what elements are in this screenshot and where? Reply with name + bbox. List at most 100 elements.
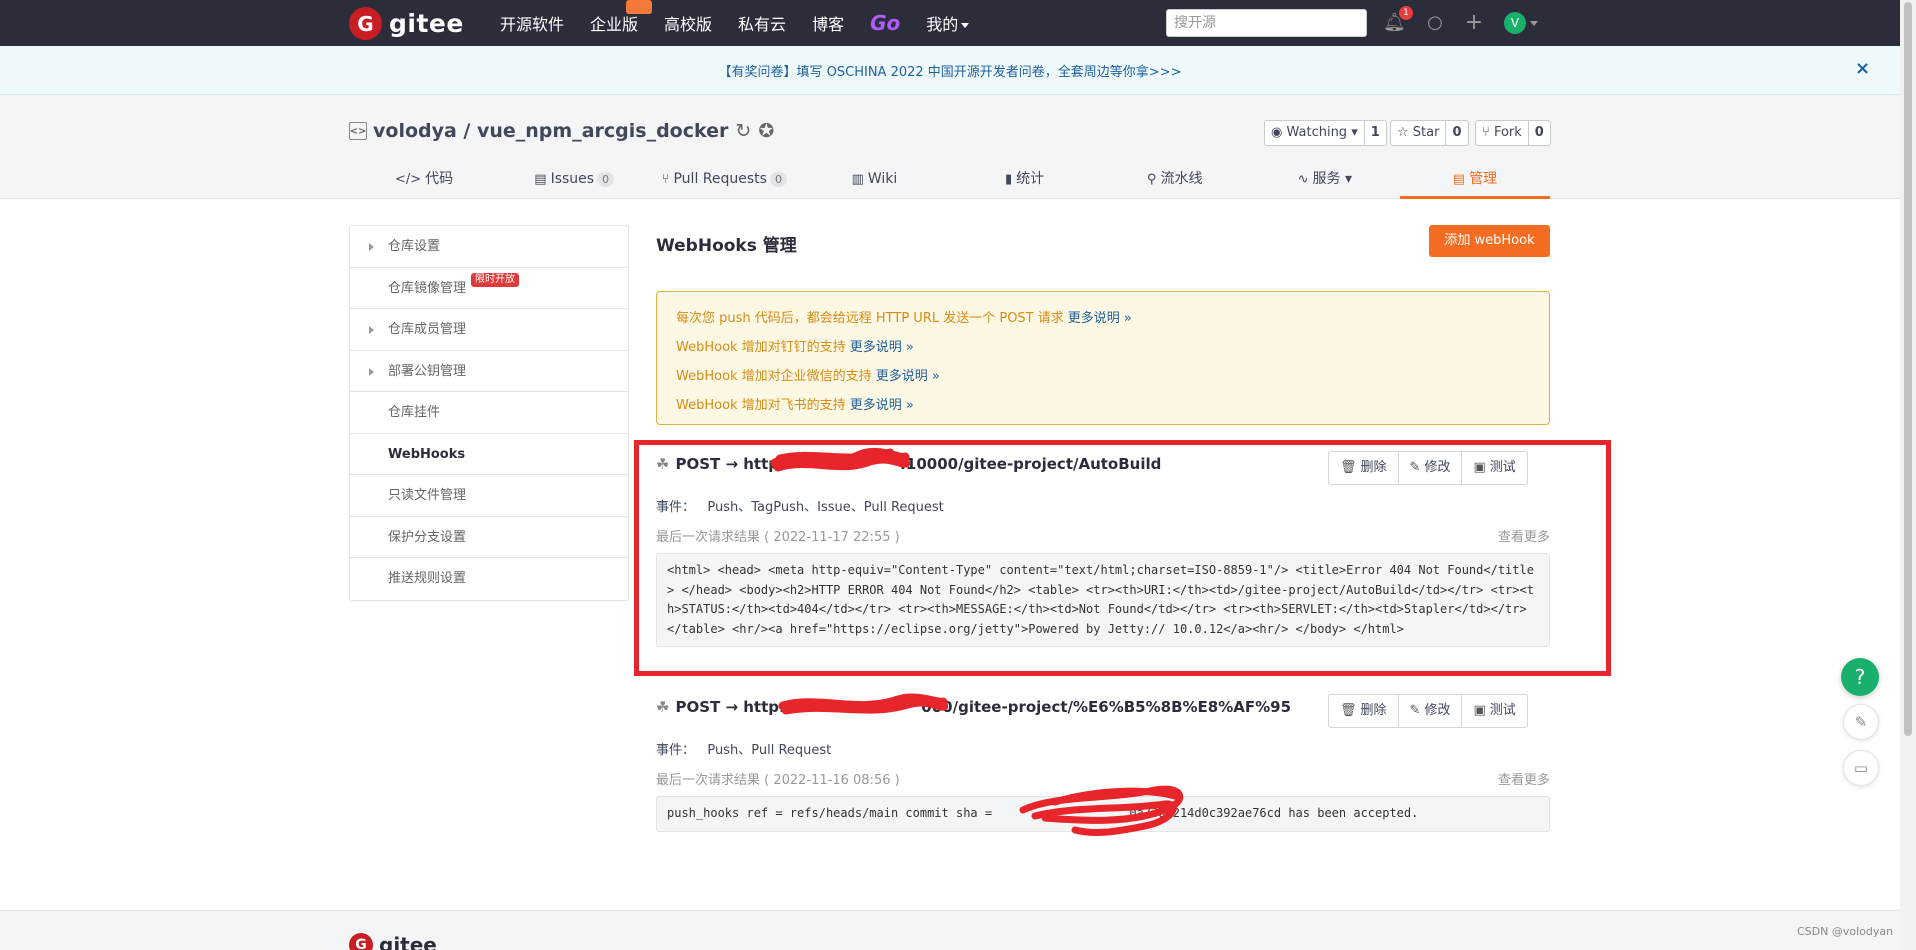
medal-icon[interactable]: ✪ — [758, 120, 774, 142]
tab-code[interactable]: </> 代码 — [349, 159, 499, 199]
sidebar-item-push-rules[interactable]: 推送规则设置 — [350, 558, 628, 600]
nav-enterprise-label: 企业版 — [590, 15, 639, 34]
tab-code-label: 代码 — [425, 171, 454, 187]
watch-count[interactable]: 1 — [1364, 120, 1387, 146]
eye-icon: ◉ — [1271, 125, 1287, 140]
sync-icon[interactable]: ↻ — [735, 120, 751, 142]
code-icon: </> — [394, 172, 422, 187]
repo-title: <> volodya / vue_npm_arcgis_docker ↻ ✪ — [349, 120, 774, 142]
fork-button[interactable]: ⑂ Fork — [1475, 120, 1529, 146]
notification-badge: 1 — [1399, 6, 1413, 20]
plus-icon[interactable]: + — [1463, 12, 1485, 34]
repo-tabs: </> 代码 ▤ Issues 0 ⑂ Pull Requests 0 ▥ Wiki ▮ 统计… — [349, 159, 1550, 199]
notice-line: WebHook 增加对钉钉的支持 更多说明 » — [676, 333, 1530, 362]
location-pin-icon[interactable]: ○ — [1424, 12, 1446, 34]
feedback-edit-icon[interactable]: ✎ — [1843, 704, 1879, 740]
gitee-logo[interactable]: G gitee — [349, 7, 464, 40]
nav-blog[interactable]: 博客 — [812, 11, 844, 35]
announcement-banner: 【有奖问卷】填写 OSCHINA 2022 中国开源开发者问卷，全套周边等你拿>… — [0, 46, 1900, 95]
trash-icon: 🗑︎ — [1340, 703, 1357, 718]
webhook-actions: 🗑︎ 删除 ✎ 修改 ▣ 测试 — [1328, 694, 1528, 728]
more-info-link[interactable]: 更多说明 » — [1068, 311, 1132, 326]
watch-button[interactable]: ◉ Watching ▾ — [1264, 120, 1365, 146]
chevron-right-icon — [369, 367, 374, 376]
chevron-down-icon — [961, 23, 970, 28]
tab-services[interactable]: ∿ 服务 ▾ — [1250, 159, 1400, 199]
search-input[interactable]: 搜开源 — [1166, 9, 1367, 37]
tab-wiki[interactable]: ▥ Wiki — [799, 159, 949, 199]
more-info-link[interactable]: 更多说明 » — [876, 369, 940, 384]
redaction-scribble — [778, 693, 948, 715]
nav-mine[interactable]: 我的 — [926, 11, 970, 35]
test-button[interactable]: ▣ 测试 — [1462, 695, 1526, 727]
tab-pull-requests[interactable]: ⑂ Pull Requests 0 — [649, 159, 799, 199]
scrollbar[interactable] — [1900, 0, 1916, 950]
repo-owner-link[interactable]: volodya — [373, 120, 457, 142]
nav-private-cloud[interactable]: 私有云 — [738, 11, 786, 35]
webhook-url[interactable]: ☘ POST → http:// 000/gitee-project/%E6%B5… — [656, 698, 1291, 716]
sidebar-item-deploy-keys[interactable]: 部署公钥管理 — [350, 351, 628, 392]
sidebar-item-repo-settings[interactable]: 仓库设置 — [350, 226, 628, 268]
manage-icon: ▤ — [1452, 172, 1466, 187]
sidebar-item-widgets[interactable]: 仓库挂件 — [350, 392, 628, 434]
repo-separator: / — [456, 120, 477, 142]
sidebar-item-protected-branches[interactable]: 保护分支设置 — [350, 517, 628, 558]
pulse-icon: ∿ — [1297, 172, 1309, 187]
tab-pipeline[interactable]: ⚲ 流水线 — [1100, 159, 1250, 199]
tab-issues-label: Issues — [550, 171, 595, 187]
more-info-link[interactable]: 更多说明 » — [850, 398, 914, 413]
tab-stats-label: 统计 — [1016, 171, 1045, 187]
repo-name-link[interactable]: vue_npm_arcgis_docker — [477, 120, 728, 142]
tab-pipeline-label: 流水线 — [1160, 171, 1203, 187]
scrollbar-thumb[interactable] — [1904, 2, 1912, 736]
notice-line: WebHook 增加对飞书的支持 更多说明 » — [676, 391, 1530, 420]
sidebar-item-readonly-files[interactable]: 只读文件管理 — [350, 475, 628, 517]
webhook-notice: 每次您 push 代码后，都会给远程 HTTP URL 发送一个 POST 请求… — [656, 291, 1550, 425]
add-webhook-button[interactable]: 添加 webHook — [1429, 225, 1550, 257]
sidebar-item-mirror[interactable]: 仓库镜像管理 限时开放 — [350, 268, 628, 309]
test-label: 测试 — [1489, 703, 1516, 718]
delete-button[interactable]: 🗑︎ 删除 — [1329, 695, 1399, 727]
settings-sidebar: 仓库设置 仓库镜像管理 限时开放 仓库成员管理 部署公钥管理 仓库挂件 WebHo… — [349, 225, 629, 601]
tab-issues[interactable]: ▤ Issues 0 — [499, 159, 649, 199]
gitee-logo-icon: G — [349, 7, 382, 40]
nav-enterprise[interactable]: 企业版 — [590, 0, 653, 35]
sidebar-item-members[interactable]: 仓库成员管理 — [350, 309, 628, 351]
avatar[interactable]: V — [1504, 12, 1526, 34]
nav-open-source[interactable]: 开源软件 — [500, 11, 564, 35]
gitee-logo-text: gitee — [389, 9, 464, 38]
hot-badge-icon — [626, 0, 653, 14]
star-button[interactable]: ☆ Star — [1390, 120, 1447, 146]
star-label: Star — [1412, 125, 1440, 140]
nav-university[interactable]: 高校版 — [664, 11, 712, 35]
delete-label: 删除 — [1360, 703, 1387, 718]
tab-manage[interactable]: ▤ 管理 — [1399, 159, 1550, 199]
close-icon[interactable]: × — [1855, 58, 1870, 79]
tab-services-label: 服务 — [1312, 171, 1341, 187]
chevron-down-icon: ▾ — [1344, 171, 1352, 187]
avatar-chevron-down-icon[interactable] — [1530, 21, 1538, 26]
nav-go[interactable]: Go — [870, 11, 900, 35]
sidebar-item-webhooks[interactable]: WebHooks — [350, 434, 628, 475]
more-info-link[interactable]: 更多说明 » — [850, 340, 914, 355]
watch-group: ◉ Watching ▾ 1 — [1264, 120, 1387, 146]
edit-button[interactable]: ✎ 修改 — [1399, 695, 1463, 727]
help-button[interactable]: ? — [1841, 658, 1879, 696]
fork-group: ⑂ Fork 0 — [1475, 120, 1551, 146]
sidebar-item-label: 仓库设置 — [388, 239, 441, 254]
webhook-url-text: POST → http:// 000/gitee-project/%E6%B5%… — [675, 698, 1292, 716]
issues-icon: ▤ — [534, 172, 547, 187]
banner-link[interactable]: 【有奖问卷】填写 OSCHINA 2022 中国开源开发者问卷，全套周边等你拿>… — [0, 61, 1900, 80]
fork-count[interactable]: 0 — [1528, 120, 1551, 146]
chevron-right-icon — [369, 326, 374, 334]
chat-icon[interactable]: ▭ — [1843, 750, 1879, 786]
star-icon: ☆ — [1397, 125, 1413, 140]
last-request-result: 最后一次请求结果 ( 2022-11-16 08:56 ) — [656, 773, 900, 788]
tab-stats[interactable]: ▮ 统计 — [950, 159, 1100, 199]
pull-request-icon: ⑂ — [661, 172, 670, 187]
notice-text: WebHook 增加对飞书的支持 — [676, 398, 846, 413]
view-more-link[interactable]: 查看更多 — [1498, 769, 1550, 788]
footer-logo[interactable]: G gitee — [349, 933, 437, 950]
fork-label: Fork — [1493, 125, 1522, 140]
star-count[interactable]: 0 — [1446, 120, 1469, 146]
